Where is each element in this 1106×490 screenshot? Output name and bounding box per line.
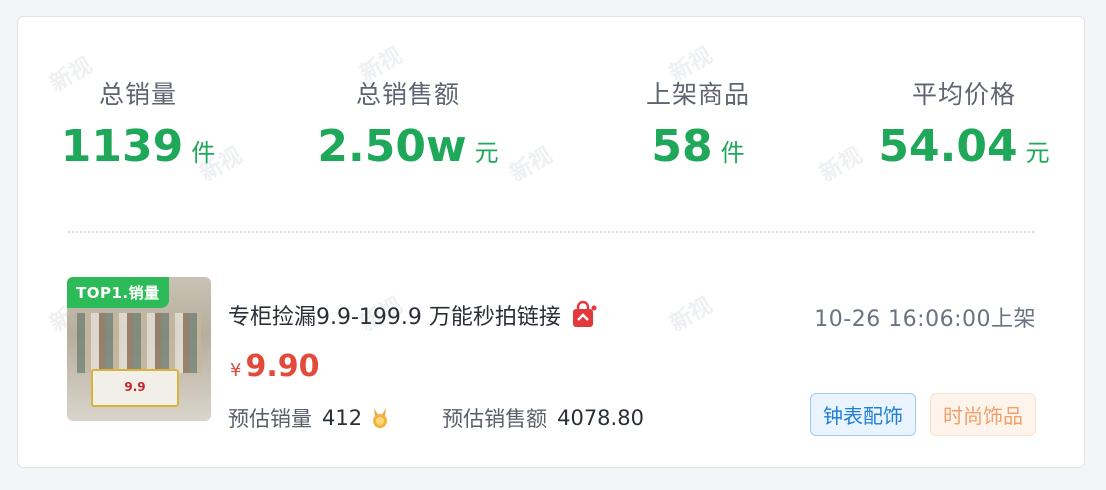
top-rank-badge: TOP1.销量	[67, 277, 169, 308]
product-thumbnail[interactable]: 9.9 TOP1.销量	[67, 277, 211, 421]
product-metrics: 预估销量 412 预估销售额 4078.80	[228, 403, 644, 433]
stats-card: 新视 新视 新视 新视 新视 新视 新视 新视 新视 总销量 1139 件 总销…	[17, 16, 1085, 468]
tag-watches-accessories[interactable]: 钟表配饰	[810, 393, 916, 436]
currency-symbol: ¥	[230, 360, 242, 381]
price-sign-image: 9.9	[91, 369, 179, 407]
product-row[interactable]: 9.9 TOP1.销量 专柜捡漏9.9-199.9 万能秒拍链接 10-26 1…	[18, 257, 1084, 457]
stat-unit: 件	[191, 139, 216, 167]
stat-unit: 元	[474, 139, 499, 167]
stat-unit: 元	[1025, 139, 1050, 167]
stat-label: 平均价格	[911, 80, 1016, 109]
tag-fashion-jewelry[interactable]: 时尚饰品	[930, 393, 1036, 436]
shopping-bag-icon	[569, 300, 599, 330]
price-sign-text: 9.9	[124, 380, 146, 394]
medal-icon	[368, 406, 392, 430]
category-tags: 钟表配饰 时尚饰品	[796, 393, 1036, 436]
stat-label: 总销售额	[355, 80, 460, 109]
est-revenue-value: 4078.80	[557, 406, 644, 430]
stat-value: 54.04	[878, 121, 1018, 172]
listed-time: 10-26 16:06:00上架	[814, 307, 1036, 332]
stats-row: 总销量 1139 件 总销售额 2.50w 元 上架商品 58 件 平均价格 5…	[18, 17, 1084, 217]
dotted-divider	[68, 231, 1034, 233]
stat-label: 总销量	[98, 80, 177, 109]
stat-value: 2.50w	[317, 121, 467, 172]
stat-value: 1139	[60, 121, 184, 172]
stat-value: 58	[651, 121, 713, 172]
product-title[interactable]: 专柜捡漏9.9-199.9 万能秒拍链接	[228, 299, 599, 331]
stat-label: 上架商品	[645, 80, 750, 109]
est-sales-value: 412	[322, 406, 363, 430]
est-sales-label: 预估销量	[228, 407, 312, 431]
est-revenue-label: 预估销售额	[442, 407, 548, 431]
product-title-text[interactable]: 专柜捡漏9.9-199.9 万能秒拍链接	[228, 299, 561, 331]
clothing-rack-image	[77, 313, 201, 373]
product-price: ¥ 9.90	[230, 349, 319, 384]
price-value: 9.90	[245, 349, 320, 384]
stat-unit: 件	[720, 139, 745, 167]
